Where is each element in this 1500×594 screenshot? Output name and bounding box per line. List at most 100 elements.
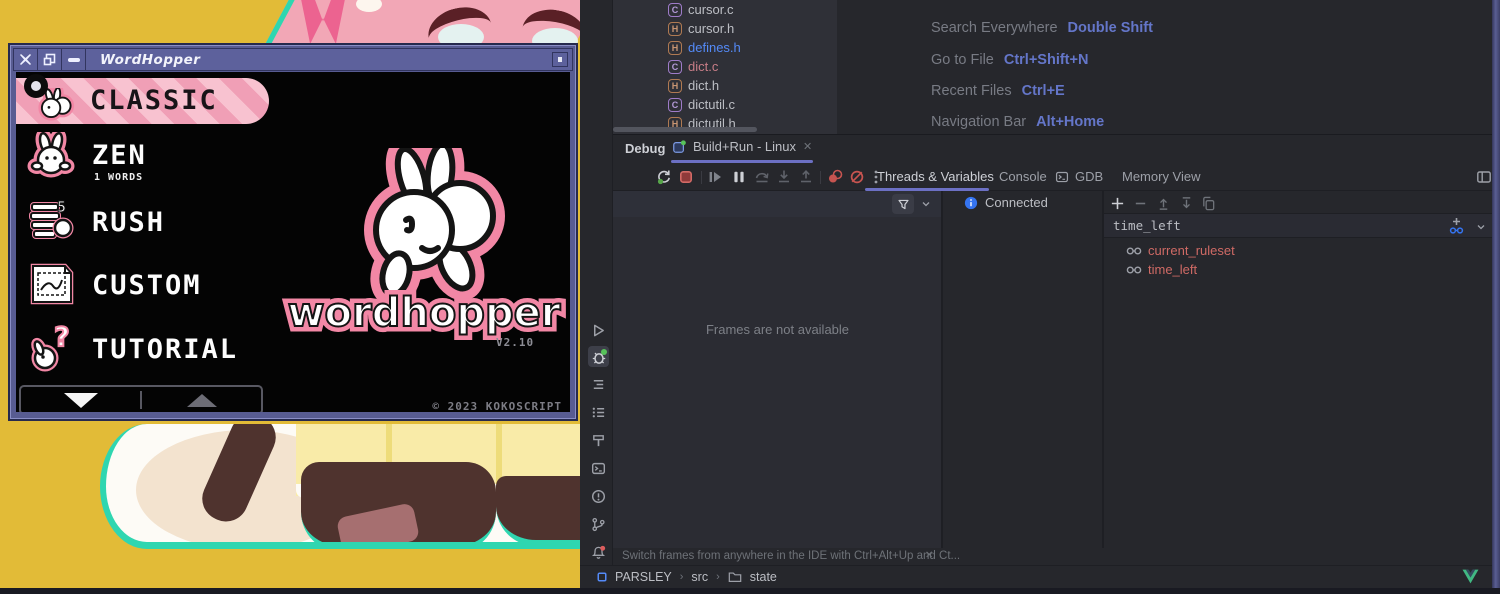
breadcrumb-project[interactable]: PARSLEY [615,570,672,584]
svg-text:?: ? [54,322,70,353]
close-button[interactable] [14,49,38,70]
close-tab-icon[interactable]: ✕ [803,140,812,153]
tab-label: Console [999,169,1047,184]
add-to-watches-icon[interactable] [1448,217,1465,235]
build-toolwindow-button[interactable] [588,430,609,451]
c-file-icon: C [668,3,682,17]
move-up-button[interactable] [1156,196,1171,211]
tab-threads-variables[interactable]: Threads & Variables [877,169,994,184]
menu-item-classic[interactable]: CLASSIC [16,78,269,124]
watch-glasses-icon [1126,264,1142,276]
debug-toolwindow-button[interactable] [588,346,609,367]
problems-toolwindow-button[interactable] [588,486,609,507]
file-item[interactable]: Hcursor.h [613,19,837,38]
chevron-down-icon[interactable] [1475,221,1487,233]
debugger-tip-bar: Switch frames from anywhere in the IDE w… [613,548,1492,565]
info-icon [964,196,978,210]
chevron-down-icon[interactable] [920,198,932,210]
window-titlebar[interactable]: WordHopper [13,48,573,71]
tab-console[interactable]: Console [999,169,1047,184]
layout-settings-button[interactable] [1476,169,1492,185]
classic-mode-icon [24,74,48,98]
watch-expression-text: time_left [1113,218,1181,233]
pause-button[interactable] [731,169,747,185]
ide-window: Ccursor.c Hcursor.h Hdefines.h Cdict.c H… [580,0,1500,594]
file-item[interactable]: Ccursor.c [613,0,837,19]
tab-memory-view[interactable]: Memory View [1122,169,1201,184]
run-toolwindow-button[interactable] [588,320,609,341]
maximize-button[interactable] [38,49,62,70]
shortcut-label: Search Everywhere [931,20,1058,36]
h-file-icon: H [668,79,682,93]
terminal-toolwindow-button[interactable] [588,458,609,479]
window-menu-button[interactable] [552,52,568,67]
resume-button[interactable] [707,169,723,185]
menu-item-rush[interactable]: 5 RUSH [16,195,276,247]
mute-breakpoints-button[interactable] [849,169,865,185]
todo-toolwindow-button[interactable] [588,402,609,423]
screen: WordHopper CLASSIC [0,0,1500,594]
copy-button[interactable] [1201,196,1216,211]
remove-watch-button[interactable] [1133,196,1148,211]
screen-bottom-edge [0,588,1500,594]
divider[interactable] [941,191,943,548]
add-watch-button[interactable] [1110,196,1125,211]
step-into-button[interactable] [776,169,792,185]
breadcrumb-state[interactable]: state [750,570,777,584]
menu-item-label: CLASSIC [90,85,218,116]
shortcut-label: Recent Files [931,83,1012,99]
game-screen: CLASSIC ZEN 1 WORDS [16,72,570,412]
frames-panel: Frames are not available [613,217,942,548]
breadcrumb-src[interactable]: src [691,570,708,584]
horizontal-scrollbar[interactable] [613,127,757,132]
watch-expression-input[interactable]: time_left [1104,213,1492,238]
connection-status-text: Connected [985,195,1048,210]
notifications-button[interactable] [588,542,609,563]
stop-button[interactable] [678,169,694,185]
separator [701,171,702,184]
file-name: dictutil.c [688,97,735,112]
scroll-down-button[interactable] [21,387,140,412]
arrow-up-icon [187,394,217,407]
menu-item-label: ZEN [92,140,147,171]
step-over-button[interactable] [754,169,770,185]
watch-item[interactable]: time_left [1104,260,1492,279]
window-title: WordHopper [100,52,552,68]
menu-item-zen[interactable]: ZEN 1 WORDS [16,132,276,184]
menu-item-tutorial[interactable]: ? TUTORIAL [16,320,276,372]
file-item[interactable]: Cdict.c [613,57,837,76]
project-tree-panel[interactable]: Ccursor.c Hcursor.h Hdefines.h Cdict.c H… [613,0,837,134]
folder-icon [728,571,742,583]
view-breakpoints-button[interactable] [827,169,843,185]
project-icon [597,572,607,582]
watch-item[interactable]: current_ruleset [1104,241,1492,260]
zen-bunny-icon [26,132,78,182]
filter-frames-button[interactable] [892,194,914,214]
structure-toolwindow-button[interactable] [588,374,609,395]
debug-session-tab[interactable]: Build+Run - Linux ✕ [672,139,812,154]
terminal-icon [591,461,606,476]
run-icon [591,323,606,338]
vue-plugin-icon[interactable] [1462,569,1479,584]
menu-item-custom[interactable]: CUSTOM [16,258,276,310]
minimize-button[interactable] [62,49,86,70]
c-file-icon: C [668,60,682,74]
wallpaper-detail [301,462,496,549]
svg-text:5: 5 [57,198,66,216]
close-tip-icon[interactable]: ✕ [925,550,933,561]
step-out-button[interactable] [798,169,814,185]
tab-gdb[interactable]: GDB [1055,169,1103,184]
file-name: cursor.h [688,21,734,36]
wallpaper-detail [496,476,580,546]
menu-item-label: RUSH [92,207,165,238]
logotype-text: wordhopper [274,290,570,336]
scroll-up-button[interactable] [142,387,261,412]
rerun-button[interactable] [656,169,672,185]
git-toolwindow-button[interactable] [588,514,609,535]
file-item[interactable]: Cdictutil.c [613,95,837,114]
file-name: defines.h [688,40,741,55]
move-down-button[interactable] [1179,196,1194,211]
file-item[interactable]: Hdefines.h [613,38,837,57]
file-item[interactable]: Hdict.h [613,76,837,95]
close-icon [19,53,32,66]
